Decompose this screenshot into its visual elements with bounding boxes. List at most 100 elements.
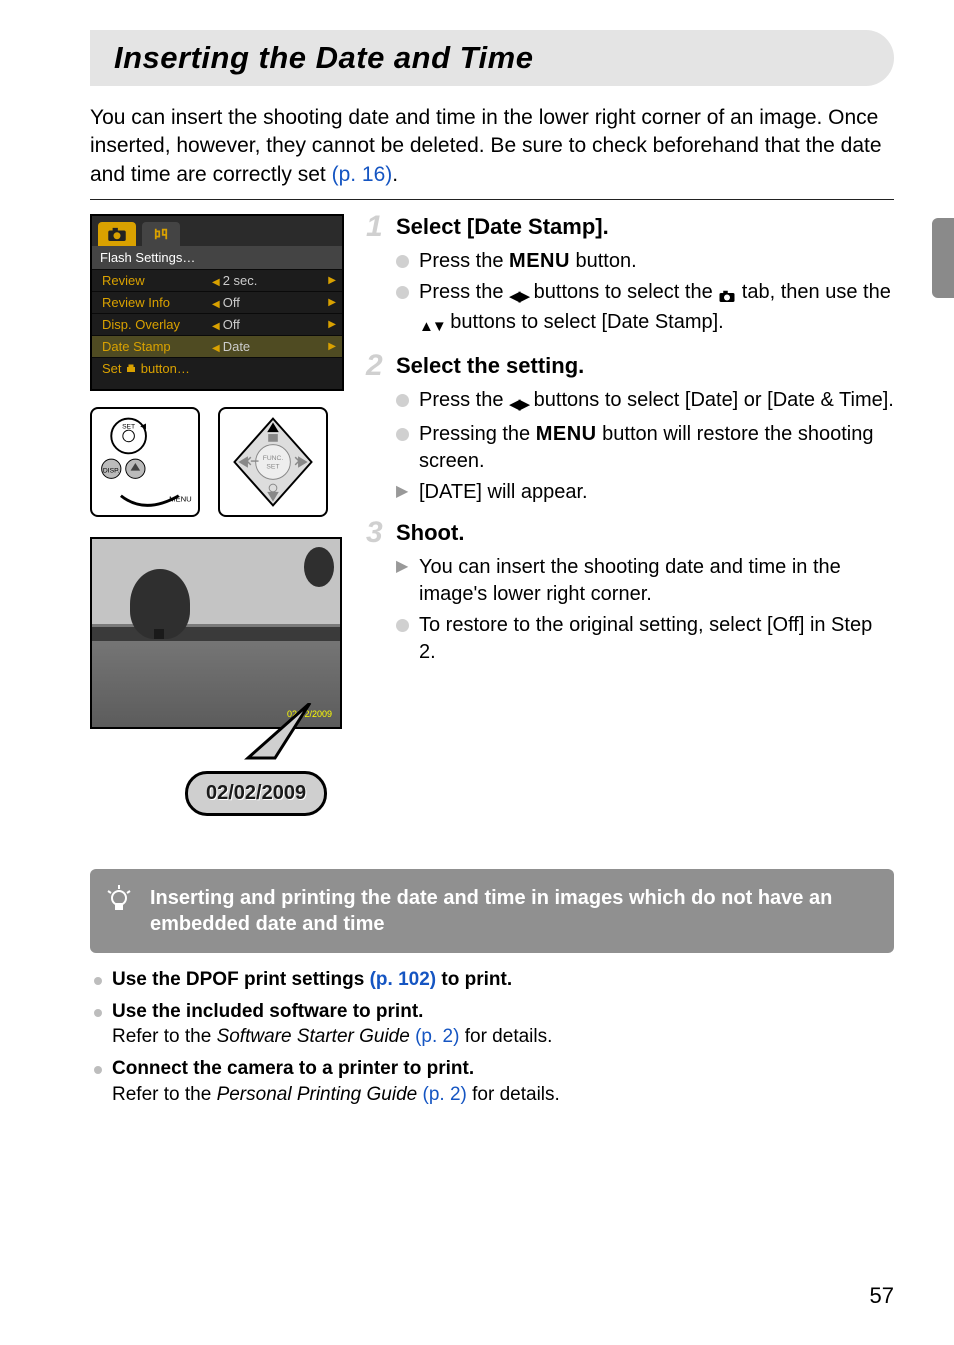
bottom-item: Connect the camera to a printer to print… (90, 1056, 894, 1107)
result-arrow-icon: ▶ (396, 556, 409, 578)
bullet-line: Press the buttons to select [Date] or [D… (396, 387, 894, 417)
page-ref[interactable]: (p. 2) (410, 1026, 460, 1047)
intro-page-ref[interactable]: (p. 16) (332, 163, 393, 186)
chevron-right-icon: ▶ (328, 341, 336, 352)
bullet-icon (94, 1009, 102, 1017)
step-title: Select [Date Stamp]. (396, 214, 894, 240)
tip-box: Inserting and printing the date and time… (90, 869, 894, 953)
right-column: 1Select [Date Stamp]. Press the MENU butt… (366, 214, 894, 835)
menu-row: Date Stamp◀Date ▶ (92, 335, 342, 357)
menu-label: Date Stamp (102, 339, 212, 354)
menu-tabs (92, 216, 342, 246)
step-body: Select [Date Stamp]. Press the MENU butto… (396, 214, 894, 343)
bullet-icon (94, 1066, 102, 1074)
left-right-icon (509, 390, 528, 417)
button-diagrams: SET DISP. MENU FUNC. SET (90, 407, 344, 517)
bottom-item: Use the DPOF print settings (p. 102) to … (90, 967, 894, 993)
step-body: Shoot. ▶ You can insert the shooting date … (396, 520, 894, 670)
section-title-bar: Inserting the Date and Time (90, 30, 894, 86)
chevron-right-icon: ▶ (328, 297, 336, 308)
print-icon (125, 363, 137, 375)
tip-title: Inserting and printing the date and time… (150, 885, 876, 937)
menu-value: ◀Off (212, 295, 240, 310)
bottom-plain: Refer to the Software Starter Guide (p. … (112, 1026, 552, 1047)
bullet-icon (94, 977, 102, 985)
result-arrow-icon: ▶ (396, 481, 409, 503)
svg-text:SET: SET (122, 423, 135, 430)
camera-tab-icon (98, 222, 136, 246)
guide-name: Personal Printing Guide (217, 1084, 418, 1105)
divider (90, 199, 894, 200)
bullet-line: Press the MENU button. (396, 248, 894, 275)
step-number: 3 (366, 518, 396, 670)
bullet-line: Press the buttons to select the tab, the… (396, 279, 894, 339)
intro-paragraph: You can insert the shooting date and tim… (90, 104, 894, 189)
menu-label: Review (102, 273, 212, 288)
side-tab (932, 218, 954, 298)
camera-icon (718, 282, 736, 309)
dpad-diagram: FUNC. SET (218, 407, 328, 517)
chevron-right-icon: ▶ (328, 275, 336, 286)
bottom-list: Use the DPOF print settings (p. 102) to … (90, 967, 894, 1107)
menu-section-flash: Flash Settings… (92, 246, 342, 269)
bullet-text: Press the MENU button. (419, 248, 894, 275)
left-right-icon (509, 282, 528, 309)
bullet-icon (396, 394, 409, 407)
bottom-bold: Connect the camera to a printer to print… (112, 1058, 474, 1079)
page-ref[interactable]: (p. 102) (370, 969, 437, 990)
bottom-body: Use the DPOF print settings (p. 102) to … (112, 967, 894, 993)
menu-row: Review◀2 sec. ▶ (92, 269, 342, 291)
intro-text: You can insert the shooting date and tim… (90, 106, 882, 186)
menu-word: MENU (509, 250, 570, 272)
page-number: 57 (870, 1283, 894, 1309)
bullet-text: You can insert the shooting date and tim… (419, 554, 894, 608)
intro-end: . (392, 163, 398, 186)
bullet-text: Press the buttons to select the tab, the… (419, 279, 894, 339)
bottom-item: Use the included software to print. Refer… (90, 999, 894, 1050)
svg-text:MENU: MENU (169, 495, 192, 504)
content-columns: Flash Settings… Review◀2 sec.▶Review Inf… (90, 214, 894, 835)
up-down-icon (419, 312, 445, 339)
step-body: Select the setting.Press the buttons to … (396, 353, 894, 510)
menu-label: Review Info (102, 295, 212, 310)
callout: 02/02/2009 (90, 725, 344, 835)
menu-value: ◀Date (212, 339, 250, 354)
bullet-text: Pressing the MENU button will restore th… (419, 421, 894, 475)
left-column: Flash Settings… Review◀2 sec.▶Review Inf… (90, 214, 344, 835)
sample-photo: 02/02/2009 (90, 537, 342, 729)
svg-text:SET: SET (266, 464, 279, 471)
step: 1Select [Date Stamp]. Press the MENU butt… (366, 214, 894, 343)
callout-pointer (200, 703, 320, 773)
bullet-icon (396, 255, 409, 268)
bottom-body: Use the included software to print. Refer… (112, 999, 894, 1050)
bottom-bold: Use the DPOF print settings (p. 102) to … (112, 969, 512, 990)
menu-label-set-button: Set button… (102, 361, 212, 376)
step-title: Shoot. (396, 520, 894, 546)
menu-row: Review Info◀Off ▶ (92, 291, 342, 313)
bullet-icon (396, 428, 409, 441)
menu-row: Disp. Overlay◀Off ▶ (92, 313, 342, 335)
bottom-plain: Refer to the Personal Printing Guide (p.… (112, 1084, 560, 1105)
menu-value: ◀Off (212, 317, 240, 332)
svg-text:DISP.: DISP. (103, 468, 120, 475)
bullet-icon (396, 286, 409, 299)
bullet-line: Pressing the MENU button will restore th… (396, 421, 894, 475)
menu-label: Disp. Overlay (102, 317, 212, 332)
step-number: 1 (366, 212, 396, 343)
guide-name: Software Starter Guide (217, 1026, 410, 1047)
bullet-line: ▶ You can insert the shooting date and ti… (396, 554, 894, 608)
tools-tab-icon (142, 222, 180, 246)
bullet-text: [DATE] will appear. (419, 479, 894, 506)
menu-value: ◀2 sec. (212, 273, 257, 288)
page-ref[interactable]: (p. 2) (417, 1084, 467, 1105)
camera-menu-screenshot: Flash Settings… Review◀2 sec.▶Review Inf… (90, 214, 344, 391)
camera-back-diagram: SET DISP. MENU (90, 407, 200, 517)
step: 2Select the setting.Press the buttons to… (366, 353, 894, 510)
menu-body: Flash Settings… Review◀2 sec.▶Review Inf… (92, 246, 342, 389)
chevron-right-icon: ▶ (328, 319, 336, 330)
step: 3Shoot. ▶ You can insert the shooting date… (366, 520, 894, 670)
bottom-bold: Use the included software to print. (112, 1001, 423, 1022)
bullet-line: ▶ [DATE] will appear. (396, 479, 894, 506)
section-title: Inserting the Date and Time (114, 40, 870, 76)
bullet-text: Press the buttons to select [Date] or [D… (419, 387, 894, 417)
